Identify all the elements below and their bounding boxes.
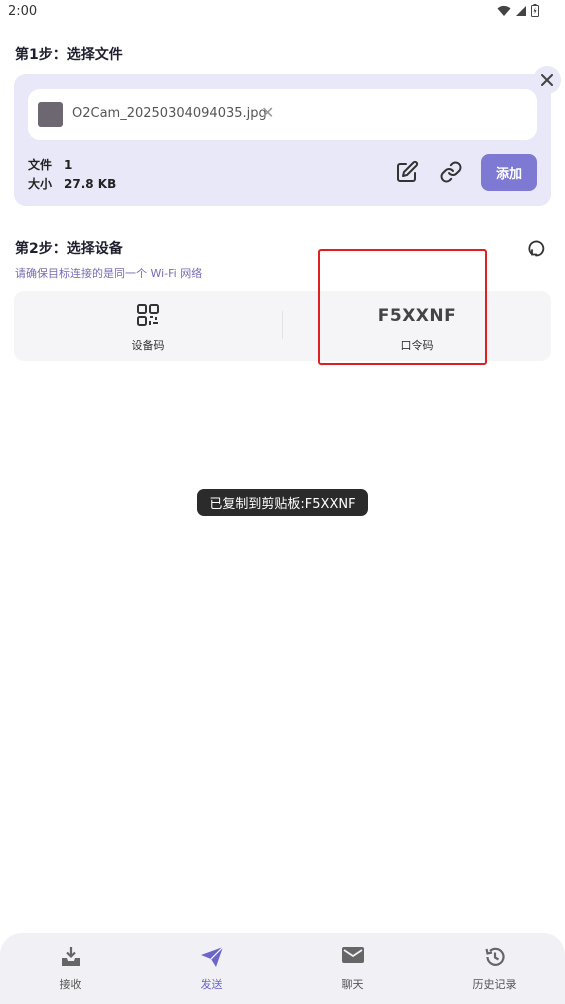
step1-title: 第1步：选择文件 [15,47,123,63]
history-icon [484,947,505,966]
file-count-value: 1 [64,158,73,172]
nav-label-receive: 接收 [59,978,82,991]
status-icons [497,4,539,17]
qr-code-icon [137,304,159,326]
file-card: O2Cam_20250304094035.jpg ✕ 文件 1 大小 27.8 KB… [14,66,561,206]
device-code-label: 设备码 [131,339,165,352]
status-bar: 2:00 [0,0,565,24]
device-code-option[interactable]: 设备码 [14,291,282,361]
file-row: O2Cam_20250304094035.jpg ✕ [28,89,537,140]
nav-label-send: 发送 [200,978,223,991]
nav-label-history: 历史记录 [472,978,517,991]
file-size-value: 27.8 KB [64,177,117,191]
mail-icon [341,947,364,963]
nav-item-send[interactable]: 发送 [141,933,282,1004]
wifi-hint: 请确保目标连接的是同一个 Wi-Fi 网络 [15,267,203,280]
signal-icon [516,5,526,16]
highlight-box [318,249,487,365]
close-icon [541,74,553,86]
file-count-row: 文件 1 [28,156,72,173]
edit-icon[interactable] [395,160,419,188]
nav-item-chat[interactable]: 聊天 [282,933,423,1004]
wifi-icon [497,5,511,16]
close-card-button[interactable] [533,66,561,94]
file-size-label: 大小 [28,177,53,191]
step2-title: 第2步：选择设备 [15,241,123,257]
file-size-row: 大小 27.8 KB [28,175,116,192]
send-icon [200,946,223,967]
file-name: O2Cam_20250304094035.jpg [72,106,267,121]
nav-item-history[interactable]: 历史记录 [424,933,565,1004]
refresh-icon[interactable] [528,239,548,263]
nav-item-receive[interactable]: 接收 [0,933,141,1004]
link-icon[interactable] [439,160,463,188]
remove-file-icon[interactable]: ✕ [261,103,274,122]
file-count-label: 文件 [28,158,53,172]
nav-label-chat: 聊天 [341,978,364,991]
toast-message: 已复制到剪贴板:F5XXNF [197,489,368,516]
battery-icon [531,4,539,17]
file-thumbnail [38,102,63,127]
status-time: 2:00 [8,4,38,19]
inbox-download-icon [61,947,80,966]
add-button[interactable]: 添加 [481,154,537,191]
bottom-nav: 接收 发送 聊天 历史记录 [0,933,565,1004]
